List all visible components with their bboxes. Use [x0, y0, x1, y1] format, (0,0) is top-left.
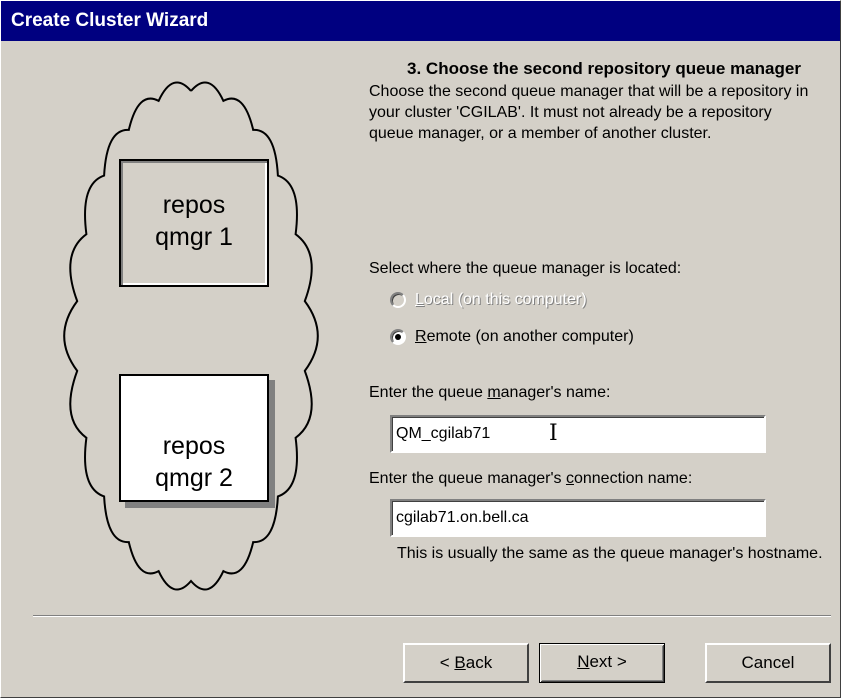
next-button[interactable]: Next >	[539, 643, 665, 683]
box1-line1: repos	[162, 191, 226, 219]
radio-local-label: Local (on this computer)	[415, 291, 587, 308]
radio-remote-label: Remote (on another computer)	[415, 328, 634, 345]
step-content: 3. Choose the second repository queue ma…	[369, 59, 819, 144]
qmgr-name-input[interactable]: QM_cgilab71	[390, 415, 766, 453]
back-button[interactable]: < Back	[403, 643, 529, 683]
window-title: Create Cluster Wizard	[1, 1, 840, 41]
step-description: Choose the second queue manager that wil…	[369, 83, 809, 142]
radio-selected-dot	[395, 334, 401, 340]
repos-qmgr-1-box: repos qmgr 1	[119, 159, 269, 287]
step-title: 3. Choose the second repository queue ma…	[407, 59, 801, 78]
divider	[33, 615, 831, 617]
conn-name-input[interactable]: cgilab71.on.bell.ca	[390, 499, 766, 537]
radio-remote[interactable]: Remote (on another computer)	[390, 328, 634, 346]
text-cursor-icon: I	[549, 421, 558, 446]
repos-qmgr-2-box: repos qmgr 2	[119, 374, 269, 502]
conn-name-hint: This is usually the same as the queue ma…	[397, 545, 823, 562]
radio-local[interactable]: Local (on this computer)	[390, 291, 587, 309]
box2-line2: qmgr 2	[155, 464, 233, 492]
cancel-button[interactable]: Cancel	[705, 643, 831, 683]
location-prompt: Select where the queue manager is locate…	[369, 260, 682, 277]
wizard-window: Create Cluster Wizard repos qmgr 1 repos…	[0, 0, 841, 698]
cloud-icon	[63, 81, 319, 591]
radio-local-circle[interactable]	[390, 292, 406, 308]
cluster-illustration: repos qmgr 1 repos qmgr 2	[41, 71, 341, 631]
box1-line2: qmgr 1	[155, 223, 233, 251]
qmgr-name-label: Enter the queue manager's name:	[369, 384, 611, 401]
radio-remote-circle[interactable]	[390, 329, 406, 345]
conn-name-label: Enter the queue manager's connection nam…	[369, 470, 693, 487]
box2-line1: repos	[162, 432, 226, 460]
